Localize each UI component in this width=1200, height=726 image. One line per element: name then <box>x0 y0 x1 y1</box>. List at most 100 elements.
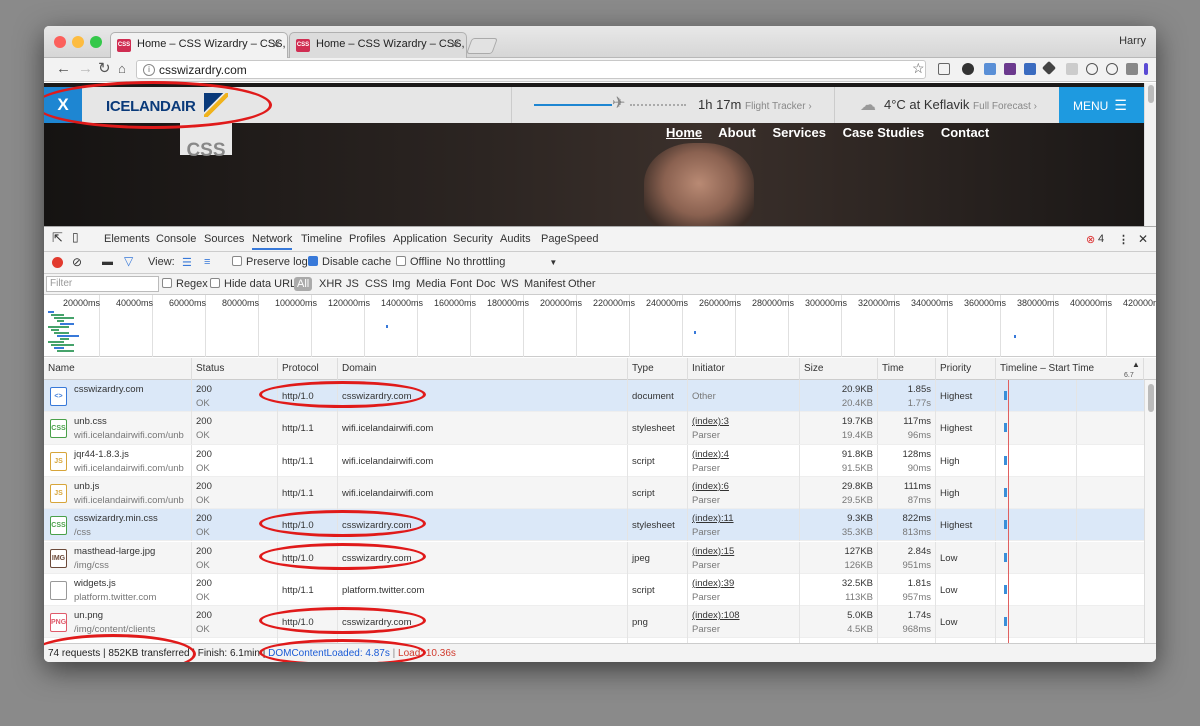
cell-initiator[interactable]: (index):3 Parser <box>688 412 800 445</box>
cell-waterfall[interactable] <box>996 509 1144 542</box>
gear-icon[interactable] <box>962 63 974 75</box>
initiator-link[interactable]: (index):3 <box>692 416 729 427</box>
checkbox[interactable] <box>232 256 242 266</box>
list-view-icon[interactable]: ☰ <box>182 256 192 269</box>
page-scrollbar[interactable] <box>1144 83 1156 226</box>
cell-waterfall[interactable] <box>996 476 1144 509</box>
type-filter-manifest[interactable]: Manifest <box>524 278 566 290</box>
cell-initiator[interactable]: Other <box>688 380 800 412</box>
tab-security[interactable]: Security <box>453 233 493 245</box>
cell-name[interactable]: widgets.js platform.twitter.com <box>44 573 192 606</box>
browser-tab-2[interactable]: CSS Home – CSS Wizardry – CSS, C ✕ <box>289 32 467 58</box>
table-row[interactable]: JS jqr44-1.8.3.js wifi.icelandairwifi.co… <box>44 444 1144 477</box>
nav-services[interactable]: Services <box>772 125 826 140</box>
disable-cache-checkbox[interactable]: Disable cache <box>308 256 391 268</box>
tab-application[interactable]: Application <box>393 233 447 245</box>
col-domain[interactable]: Domain <box>338 358 628 380</box>
back-icon[interactable]: ← <box>56 61 71 77</box>
nav-about[interactable]: About <box>718 125 756 140</box>
tab-pagespeed[interactable]: PageSpeed <box>541 233 599 245</box>
cell-waterfall[interactable] <box>996 380 1144 412</box>
nav-case-studies[interactable]: Case Studies <box>843 125 925 140</box>
tab-profiles[interactable]: Profiles <box>349 233 386 245</box>
type-filter-all[interactable]: All <box>294 277 313 291</box>
tab-timeline[interactable]: Timeline <box>301 233 342 245</box>
info-circle-icon[interactable] <box>1106 63 1118 75</box>
address-bar[interactable]: i csswizardry.com <box>136 60 926 79</box>
request-name[interactable]: csswizardry.min.css <box>74 513 158 524</box>
request-name[interactable]: unb.js <box>74 481 99 492</box>
table-scrollbar[interactable] <box>1144 380 1156 643</box>
tab-audits[interactable]: Audits <box>500 233 531 245</box>
table-row[interactable]: IMG masthead-large.jpg /img/css 200 OK h… <box>44 541 1144 574</box>
checkbox[interactable] <box>396 256 406 266</box>
extension-icon[interactable] <box>1144 63 1148 75</box>
profile-name[interactable]: Harry <box>1119 35 1146 47</box>
cell-name[interactable]: CSS csswizardry.min.css /css <box>44 509 192 542</box>
waterfall-bar[interactable] <box>1004 584 1007 594</box>
table-row[interactable]: CSS csswizardry.min.css /css 200 OK http… <box>44 509 1144 542</box>
table-row[interactable]: PNG un.png /img/content/clients 200 OK h… <box>44 606 1144 639</box>
flight-tracker-link[interactable]: Flight Tracker › <box>745 101 812 112</box>
extension-icon[interactable] <box>984 63 996 75</box>
request-name[interactable]: csswizardry.com <box>74 384 144 395</box>
cell-name[interactable]: CSS unb.css wifi.icelandairwifi.com/unb <box>44 412 192 445</box>
cell-name[interactable]: JS jqr44-1.8.3.js wifi.icelandairwifi.co… <box>44 444 192 477</box>
waterfall-bar[interactable] <box>1004 423 1007 433</box>
cell-waterfall[interactable] <box>996 541 1144 574</box>
type-filter-img[interactable]: Img <box>392 278 410 290</box>
cell-initiator[interactable]: (index):6 Parser <box>688 476 800 509</box>
request-name[interactable]: un.png <box>74 610 103 621</box>
col-status[interactable]: Status <box>192 358 278 380</box>
cell-initiator[interactable]: (index):4 Parser <box>688 444 800 477</box>
checkbox-checked[interactable] <box>308 256 318 266</box>
request-name[interactable]: unb.css <box>74 416 107 427</box>
type-filter-ws[interactable]: WS <box>501 278 519 290</box>
extension-icon[interactable] <box>1024 63 1036 75</box>
type-filter-js[interactable]: JS <box>346 278 359 290</box>
close-ad-button[interactable]: X <box>44 87 82 123</box>
cell-initiator[interactable]: (index):39 Parser <box>688 573 800 606</box>
initiator-link[interactable]: (index):39 <box>692 578 734 589</box>
close-devtools-icon[interactable]: ✕ <box>1138 232 1148 246</box>
waterfall-bar[interactable] <box>1004 487 1007 497</box>
initiator-link[interactable]: (index):15 <box>692 546 734 557</box>
waterfall-bar[interactable] <box>1004 617 1007 627</box>
waterfall-view-icon[interactable]: ≡ <box>204 256 210 268</box>
type-filter-css[interactable]: CSS <box>365 278 388 290</box>
checkbox[interactable] <box>162 278 172 288</box>
type-filter-xhr[interactable]: XHR <box>319 278 342 290</box>
waterfall-bar[interactable] <box>1004 455 1007 465</box>
type-filter-media[interactable]: Media <box>416 278 446 290</box>
regex-checkbox[interactable]: Regex <box>162 278 208 290</box>
info-icon[interactable]: i <box>143 64 155 76</box>
filter-icon[interactable]: ▽ <box>124 254 133 268</box>
offline-checkbox[interactable]: Offline <box>396 256 442 268</box>
waterfall-bar[interactable] <box>1004 391 1007 400</box>
type-filter-doc[interactable]: Doc <box>476 278 496 290</box>
record-icon[interactable] <box>52 257 63 268</box>
block-icon[interactable] <box>1086 63 1098 75</box>
menu-button[interactable]: MENU ☰ <box>1059 87 1144 123</box>
more-options-icon[interactable]: ⋮ <box>1118 233 1129 246</box>
forward-icon[interactable]: → <box>78 61 93 77</box>
bookmark-star-icon[interactable]: ☆ <box>912 60 925 77</box>
shield-icon[interactable] <box>1066 63 1078 75</box>
zoom-window-button[interactable] <box>90 36 102 48</box>
request-name[interactable]: jqr44-1.8.3.js <box>74 449 129 460</box>
site-logo[interactable]: CSS <box>180 119 232 161</box>
scroll-thumb[interactable] <box>1148 384 1154 412</box>
weather-widget[interactable]: 4°C at Keflavik Full Forecast › <box>884 97 1037 112</box>
col-time[interactable]: Time <box>878 358 936 380</box>
col-priority[interactable]: Priority <box>936 358 996 380</box>
initiator-link[interactable]: (index):4 <box>692 449 729 460</box>
col-timeline[interactable]: Timeline – Start Time ▲ 6.7 <box>996 358 1144 380</box>
network-overview[interactable]: 20000ms 40000ms 60000ms 80000ms 100000ms 1200… <box>44 295 1156 357</box>
minimize-window-button[interactable] <box>72 36 84 48</box>
browser-tab-1[interactable]: CSS Home – CSS Wizardry – CSS, C ✕ <box>110 32 288 58</box>
table-row[interactable]: widgets.js platform.twitter.com 200 OK h… <box>44 573 1144 607</box>
request-name[interactable]: masthead-large.jpg <box>74 546 155 557</box>
initiator-link[interactable]: (index):11 <box>692 513 734 524</box>
col-type[interactable]: Type <box>628 358 688 380</box>
request-name[interactable]: widgets.js <box>74 578 116 589</box>
